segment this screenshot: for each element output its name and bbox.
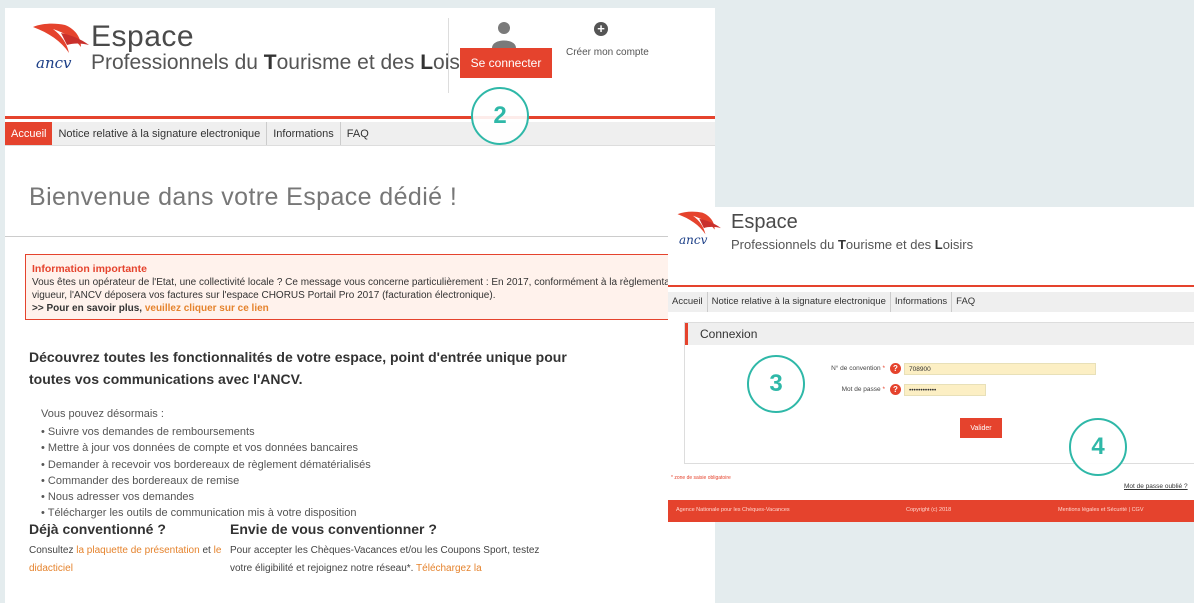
plus-circle-icon[interactable]: + bbox=[594, 22, 608, 36]
already-member-text: Consultez la plaquette de présentation e… bbox=[29, 545, 222, 574]
brand-subtitle: Professionnels du Tourisme et des Loisir… bbox=[91, 51, 483, 74]
features-list: Suivre vos demandes de remboursements Me… bbox=[41, 424, 371, 522]
convention-number-input[interactable] bbox=[904, 363, 1096, 375]
user-icon[interactable] bbox=[491, 20, 517, 48]
nav-item-informations[interactable]: Informations bbox=[267, 122, 341, 145]
nav-item-faq[interactable]: FAQ bbox=[952, 292, 979, 312]
list-item: Mettre à jour vos données de compte et v… bbox=[41, 440, 371, 456]
brand-title: Espace bbox=[91, 20, 195, 53]
page-title: Bienvenue dans votre Espace dédié ! bbox=[29, 183, 458, 211]
info-body: Vous êtes un opérateur de l'Etat, une co… bbox=[32, 277, 700, 301]
join-title: Envie de vous conventionner ? bbox=[230, 521, 437, 537]
login-form-title: Connexion bbox=[685, 323, 1194, 345]
help-icon[interactable]: ? bbox=[890, 363, 901, 374]
login-page-screenshot: ancv Espace Professionnels du Tourisme e… bbox=[668, 207, 1194, 522]
logo-text: ancv bbox=[679, 233, 708, 247]
nav-item-accueil[interactable]: Accueil bbox=[668, 292, 708, 312]
info-title: Information importante bbox=[32, 263, 147, 275]
header-accent-line bbox=[668, 285, 1194, 287]
brochure-link[interactable]: la plaquette de présentation bbox=[76, 545, 199, 556]
list-item: Télécharger les outils de communication … bbox=[41, 505, 371, 521]
join-text: Pour accepter les Chèques-Vacances et/ou… bbox=[230, 545, 540, 574]
main-page-screenshot: ancv Espace Professionnels du Tourisme e… bbox=[5, 8, 715, 603]
main-nav: Accueil Notice relative à la signature e… bbox=[668, 292, 1194, 312]
already-member-title: Déjà conventionné ? bbox=[29, 521, 166, 537]
footer-copyright: Copyright (c) 2018 bbox=[906, 507, 952, 513]
site-footer: Agence Nationale pour les Chèques-Vacanc… bbox=[668, 500, 1194, 522]
info-link[interactable]: veuillez cliquer sur ce lien bbox=[145, 303, 269, 314]
nav-item-informations[interactable]: Informations bbox=[891, 292, 953, 312]
header-accent-line bbox=[5, 116, 715, 119]
submit-button[interactable]: Valider bbox=[960, 418, 1002, 438]
info-more: >> Pour en savoir plus, veuillez cliquer… bbox=[32, 303, 269, 314]
important-info-box: Information importante Vous êtes un opér… bbox=[25, 254, 715, 320]
forgot-password-link[interactable]: Mot de passe oublié ? bbox=[1124, 483, 1188, 490]
ancv-logo[interactable]: ancv bbox=[676, 211, 724, 247]
main-nav: Accueil Notice relative à la signature e… bbox=[5, 122, 715, 146]
step-4-marker: 4 bbox=[1069, 418, 1127, 476]
nav-item-notice[interactable]: Notice relative à la signature electroni… bbox=[708, 292, 891, 312]
help-icon[interactable]: ? bbox=[890, 384, 901, 395]
nav-item-faq[interactable]: FAQ bbox=[341, 122, 375, 145]
features-intro: Vous pouvez désormais : bbox=[41, 408, 164, 420]
password-input[interactable] bbox=[904, 384, 986, 396]
footer-legal-link[interactable]: Mentions légales et Sécurité | CGV bbox=[1058, 507, 1144, 513]
download-link[interactable]: Téléchargez la bbox=[416, 563, 482, 574]
list-item: Nous adresser vos demandes bbox=[41, 489, 371, 505]
brand-subtitle: Professionnels du Tourisme et des Loisir… bbox=[731, 237, 974, 252]
list-item: Commander des bordereaux de remise bbox=[41, 473, 371, 489]
divider bbox=[5, 236, 715, 237]
list-item: Demander à recevoir vos bordereaux de rè… bbox=[41, 457, 371, 473]
login-button[interactable]: Se connecter bbox=[460, 48, 552, 78]
site-header: ancv Espace Professionnels du Tourisme e… bbox=[5, 8, 715, 118]
brand-title: Espace bbox=[731, 211, 798, 233]
nav-item-accueil[interactable]: Accueil bbox=[5, 122, 53, 145]
list-item: Suivre vos demandes de remboursements bbox=[41, 424, 371, 440]
discover-heading: Découvrez toutes les fonctionnalités de … bbox=[29, 349, 567, 387]
ancv-logo[interactable]: ancv bbox=[31, 23, 93, 73]
step-3-marker: 3 bbox=[747, 355, 805, 413]
header-divider bbox=[448, 18, 449, 93]
nav-item-notice[interactable]: Notice relative à la signature electroni… bbox=[52, 122, 268, 145]
footer-agency: Agence Nationale pour les Chèques-Vacanc… bbox=[676, 507, 790, 513]
step-2-marker: 2 bbox=[471, 87, 529, 145]
create-account-link[interactable]: Créer mon compte bbox=[566, 47, 649, 58]
required-note: * zone de saisie obligatoire bbox=[671, 475, 731, 481]
logo-text: ancv bbox=[36, 54, 72, 72]
